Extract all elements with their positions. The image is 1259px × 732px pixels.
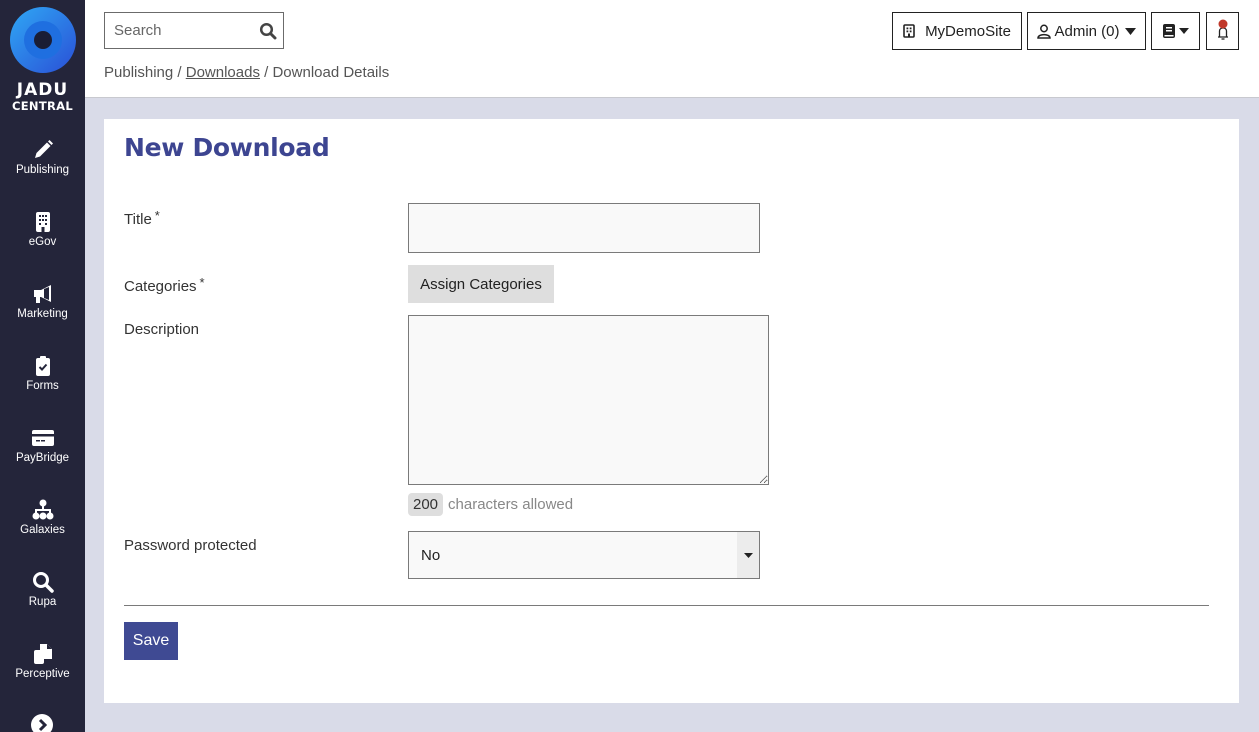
caret-down-icon bbox=[743, 552, 753, 558]
char-counter: 200 characters allowed bbox=[408, 493, 573, 516]
sidebar-item-label: Rupa bbox=[28, 596, 57, 608]
assign-categories-button[interactable]: Assign Categories bbox=[408, 265, 554, 303]
docs-menu-button[interactable] bbox=[1151, 12, 1200, 50]
form-divider bbox=[124, 605, 1209, 606]
notifications-button[interactable] bbox=[1206, 12, 1239, 50]
sidebar-item-egov[interactable]: eGov bbox=[0, 211, 85, 248]
caret-down-icon bbox=[1124, 27, 1136, 35]
breadcrumb: Publishing / Downloads / Download Detail… bbox=[104, 64, 389, 81]
description-textarea[interactable] bbox=[408, 315, 769, 485]
required-mark: * bbox=[154, 208, 160, 223]
user-icon bbox=[1037, 24, 1052, 39]
copy-icon bbox=[33, 644, 52, 664]
user-name: Admin (0) bbox=[1054, 22, 1120, 40]
title-label: Title * bbox=[124, 208, 160, 228]
main-panel: New Download Title * Categories * Assign C… bbox=[104, 119, 1239, 703]
brand-name: JADU CENTRAL bbox=[0, 82, 85, 113]
categories-label: Categories * bbox=[124, 275, 205, 295]
description-label: Description bbox=[124, 321, 200, 338]
sidebar-item-label: Marketing bbox=[17, 308, 68, 320]
select-arrow[interactable] bbox=[737, 532, 759, 578]
chevron-right-icon bbox=[38, 718, 48, 732]
breadcrumb-downloads-link[interactable]: Downloads bbox=[186, 64, 260, 81]
site-name: MyDemoSite bbox=[925, 22, 1011, 40]
book-icon bbox=[1162, 24, 1175, 38]
caret-down-icon bbox=[1178, 28, 1189, 34]
breadcrumb-current: Download Details bbox=[272, 64, 390, 81]
credit-card-icon bbox=[31, 430, 54, 446]
sidebar-item-label: PayBridge bbox=[15, 452, 70, 464]
sitemap-icon bbox=[32, 499, 53, 520]
password-protected-value: No bbox=[421, 546, 441, 564]
categories-label-text: Categories bbox=[124, 278, 197, 295]
sidebar-item-label: Galaxies bbox=[20, 524, 65, 536]
sidebar-item-forms[interactable]: Forms bbox=[0, 355, 85, 392]
brand-line1: JADU bbox=[16, 80, 69, 100]
password-protected-label: Password protected bbox=[124, 537, 257, 554]
search-box[interactable] bbox=[104, 12, 284, 49]
required-mark: * bbox=[199, 275, 205, 290]
site-switcher-button[interactable]: MyDemoSite bbox=[892, 12, 1022, 50]
title-input[interactable] bbox=[409, 204, 759, 252]
sidebar-item-rupa[interactable]: Rupa bbox=[0, 571, 85, 608]
breadcrumb-separator: / bbox=[177, 64, 182, 81]
pencil-icon bbox=[34, 140, 53, 158]
brand-line2: CENTRAL bbox=[12, 99, 73, 113]
user-menu-button[interactable]: Admin (0) bbox=[1027, 12, 1146, 50]
sidebar-item-galaxies[interactable]: Galaxies bbox=[0, 499, 85, 536]
sidebar-item-paybridge[interactable]: PayBridge bbox=[0, 427, 85, 464]
save-button[interactable]: Save bbox=[124, 622, 178, 660]
sidebar-item-marketing[interactable]: Marketing bbox=[0, 283, 85, 320]
search-icon[interactable] bbox=[259, 22, 277, 40]
notification-dot bbox=[1218, 19, 1227, 29]
sidebar-item-label: Publishing bbox=[15, 164, 70, 176]
page-title: New Download bbox=[124, 133, 330, 162]
breadcrumb-publishing: Publishing bbox=[104, 64, 174, 81]
header: Publishing / Downloads / Download Detail… bbox=[85, 0, 1259, 98]
megaphone-icon bbox=[33, 285, 51, 303]
char-count-text: characters allowed bbox=[448, 496, 574, 513]
sidebar-item-label: Forms bbox=[26, 380, 59, 392]
sidebar-item-perceptive[interactable]: Perceptive bbox=[0, 643, 85, 680]
search-icon bbox=[32, 572, 54, 593]
title-label-text: Title bbox=[124, 211, 152, 228]
search-input[interactable] bbox=[105, 13, 250, 48]
password-protected-select[interactable]: No bbox=[408, 531, 760, 579]
char-count-badge: 200 bbox=[408, 493, 444, 516]
sidebar-expand-button[interactable] bbox=[31, 714, 53, 732]
jadu-logo-icon[interactable] bbox=[10, 7, 76, 73]
sidebar-item-label: Perceptive bbox=[15, 668, 70, 680]
sidebar-item-publishing[interactable]: Publishing bbox=[0, 139, 85, 176]
clipboard-check-icon bbox=[35, 356, 50, 376]
bell-icon bbox=[1217, 19, 1228, 40]
breadcrumb-separator: / bbox=[264, 64, 269, 81]
sidebar: JADU CENTRAL Publishing eGov Marketing F… bbox=[0, 0, 85, 732]
building-icon bbox=[35, 212, 50, 232]
title-field[interactable] bbox=[408, 203, 760, 253]
building-icon bbox=[903, 24, 915, 38]
sidebar-item-label: eGov bbox=[28, 236, 57, 248]
